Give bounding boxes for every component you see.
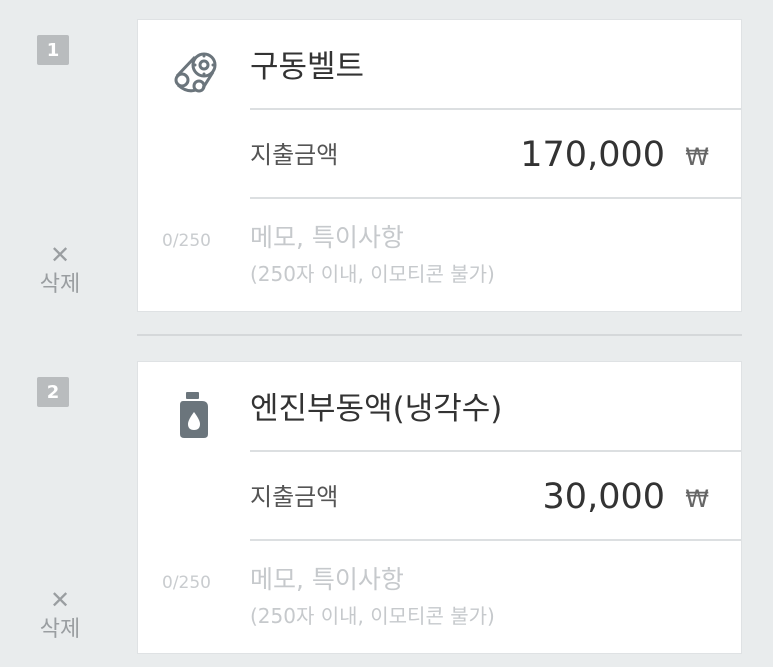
amount-input[interactable]: 170,000: [520, 133, 665, 177]
delete-button[interactable]: ✕ 삭제: [30, 243, 90, 299]
item-title: 엔진부동액(냉각수): [250, 391, 503, 427]
memo-hint: (250자 이내, 이모티콘 불가): [250, 604, 495, 628]
currency-symbol: ₩: [685, 485, 709, 513]
memo-input[interactable]: 메모, 특이사항: [250, 562, 404, 598]
divider: [250, 450, 741, 452]
entry-number-badge: 2: [37, 377, 69, 407]
item-title: 구동벨트: [250, 49, 365, 85]
close-icon: ✕: [49, 241, 71, 269]
memo-char-count: 0/250: [162, 573, 211, 593]
expense-card: 구동벨트 지출금액 170,000 ₩ 메모, 특이사항 (250자 이내, 이…: [137, 19, 742, 312]
expense-entry-1: 1 ✕ 삭제 구동벨트 지출금액 170,000 ₩ 메모, 특이사항 (250…: [0, 0, 773, 330]
delete-label: 삭제: [39, 272, 81, 297]
divider: [250, 197, 741, 199]
close-icon: ✕: [49, 586, 71, 614]
divider: [250, 108, 741, 110]
amount-label: 지출금액: [250, 141, 339, 169]
memo-char-count: 0/250: [162, 231, 211, 251]
entry-separator: [137, 334, 742, 336]
belt-pulley-icon: [169, 48, 221, 100]
currency-symbol: ₩: [685, 143, 709, 171]
expense-card: 엔진부동액(냉각수) 지출금액 30,000 ₩ 메모, 특이사항 (250자 …: [137, 361, 742, 654]
amount-label: 지출금액: [250, 483, 339, 511]
delete-button[interactable]: ✕ 삭제: [30, 588, 90, 644]
coolant-bottle-icon: [169, 390, 221, 442]
divider: [250, 539, 741, 541]
entry-number-badge: 1: [37, 35, 69, 65]
memo-input[interactable]: 메모, 특이사항: [250, 220, 404, 256]
memo-hint: (250자 이내, 이모티콘 불가): [250, 262, 495, 286]
expense-entry-2: 2 ✕ 삭제 엔진부동액(냉각수) 지출금액 30,000 ₩ 메모, 특이사항…: [0, 345, 773, 667]
amount-input[interactable]: 30,000: [543, 475, 665, 519]
delete-label: 삭제: [39, 617, 81, 642]
